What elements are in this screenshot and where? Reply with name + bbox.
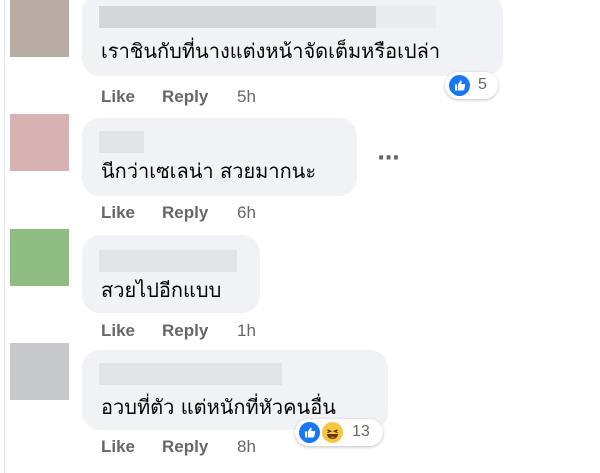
like-button[interactable]: Like xyxy=(101,203,135,223)
avatar[interactable] xyxy=(10,0,69,57)
avatar[interactable] xyxy=(10,229,69,286)
reply-button[interactable]: Reply xyxy=(162,203,208,223)
like-button[interactable]: Like xyxy=(101,437,135,457)
timestamp[interactable]: 8h xyxy=(237,437,256,457)
like-icon xyxy=(299,422,320,443)
reaction-summary[interactable]: 13 xyxy=(295,419,383,446)
comment-actions: Like Reply 8h xyxy=(101,437,301,461)
avatar[interactable] xyxy=(10,343,69,400)
commenter-name[interactable] xyxy=(99,131,144,153)
thread-line xyxy=(4,0,5,473)
comment-bubble: อวบที่ตัว แต่หนักที่หัวคนอื่น xyxy=(82,350,388,430)
haha-icon xyxy=(322,422,343,443)
comment-text: สวยไปอีกแบบ xyxy=(101,278,222,302)
reaction-count: 5 xyxy=(478,76,487,93)
commenter-name[interactable] xyxy=(99,250,237,272)
comment-bubble: นีกว่าเซเลน่า สวยมากนะ xyxy=(82,118,357,196)
commenter-name[interactable] xyxy=(99,6,436,28)
like-icon xyxy=(449,75,470,96)
comment-actions: Like Reply 5h xyxy=(101,87,301,111)
timestamp[interactable]: 5h xyxy=(237,87,256,107)
commenter-name[interactable] xyxy=(99,363,282,385)
reply-button[interactable]: Reply xyxy=(162,87,208,107)
timestamp[interactable]: 1h xyxy=(237,321,256,341)
like-button[interactable]: Like xyxy=(101,87,135,107)
more-options-icon[interactable]: ··· xyxy=(377,146,400,171)
reaction-count: 13 xyxy=(352,423,370,440)
comment-text: อวบที่ตัว แต่หนักที่หัวคนอื่น xyxy=(101,395,336,419)
reply-button[interactable]: Reply xyxy=(162,321,208,341)
comment-actions: Like Reply 1h xyxy=(101,321,301,345)
comment-text: นีกว่าเซเลน่า สวยมากนะ xyxy=(101,159,317,183)
reply-button[interactable]: Reply xyxy=(162,437,208,457)
like-button[interactable]: Like xyxy=(101,321,135,341)
avatar[interactable] xyxy=(10,114,69,171)
comment-bubble: เราชินกับที่นางแต่งหน้าจัดเต็มหรือเปล่า xyxy=(82,0,503,76)
comment-text: เราชินกับที่นางแต่งหน้าจัดเต็มหรือเปล่า xyxy=(101,39,441,63)
comment-bubble: สวยไปอีกแบบ xyxy=(82,235,260,313)
timestamp[interactable]: 6h xyxy=(237,203,256,223)
comment-actions: Like Reply 6h xyxy=(101,203,301,227)
reaction-summary[interactable]: 5 xyxy=(445,72,498,99)
